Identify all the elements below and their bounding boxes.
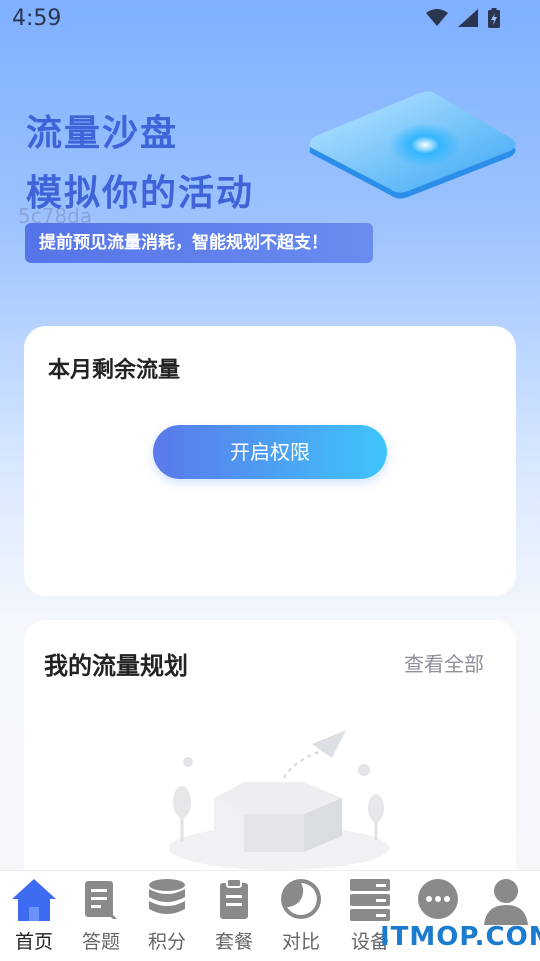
tab-plans-label: 套餐 xyxy=(214,931,253,953)
status-time: 4:59 xyxy=(12,6,62,31)
enable-permission-button[interactable]: 开启权限 xyxy=(153,425,387,479)
user-icon xyxy=(484,879,528,925)
remaining-traffic-title: 本月剩余流量 xyxy=(48,358,181,383)
tab-quiz[interactable]: 答题 xyxy=(67,871,135,961)
tab-points[interactable]: 积分 xyxy=(133,871,201,961)
traffic-plan-card: 我的流量规划 查看全部 xyxy=(24,620,516,900)
server-icon xyxy=(350,879,390,921)
clipboard-icon xyxy=(220,878,248,919)
tab-points-label: 积分 xyxy=(147,931,186,953)
quiz-icon xyxy=(85,881,117,919)
battery-icon xyxy=(488,8,500,28)
view-all-link[interactable]: 查看全部 xyxy=(404,648,484,677)
status-bar: 4:59 xyxy=(0,0,540,36)
home-icon xyxy=(12,879,56,921)
signal-icon xyxy=(458,9,478,27)
tab-home-label: 首页 xyxy=(14,931,53,953)
compare-icon xyxy=(281,879,321,919)
tab-home[interactable]: 首页 xyxy=(0,871,68,961)
tab-plans[interactable]: 套餐 xyxy=(200,871,268,961)
tab-compare-label: 对比 xyxy=(281,931,320,953)
traffic-plan-title: 我的流量规划 xyxy=(44,652,188,680)
empty-box-illustration xyxy=(169,730,389,870)
wifi-icon xyxy=(426,9,448,26)
status-icons xyxy=(426,8,500,28)
site-watermark: ITMOP.COM xyxy=(380,922,540,952)
tab-quiz-label: 答题 xyxy=(81,931,120,953)
tab-compare[interactable]: 对比 xyxy=(267,871,335,961)
coins-icon xyxy=(149,879,185,914)
sandbox-illustration xyxy=(309,91,516,199)
remaining-traffic-card: 本月剩余流量 开启权限 xyxy=(24,326,516,596)
more-icon xyxy=(418,879,458,919)
hero-banner: 提前预见流量消耗，智能规划不超支！ xyxy=(25,223,373,263)
hero-title-line1: 流量沙盘 xyxy=(26,113,179,154)
